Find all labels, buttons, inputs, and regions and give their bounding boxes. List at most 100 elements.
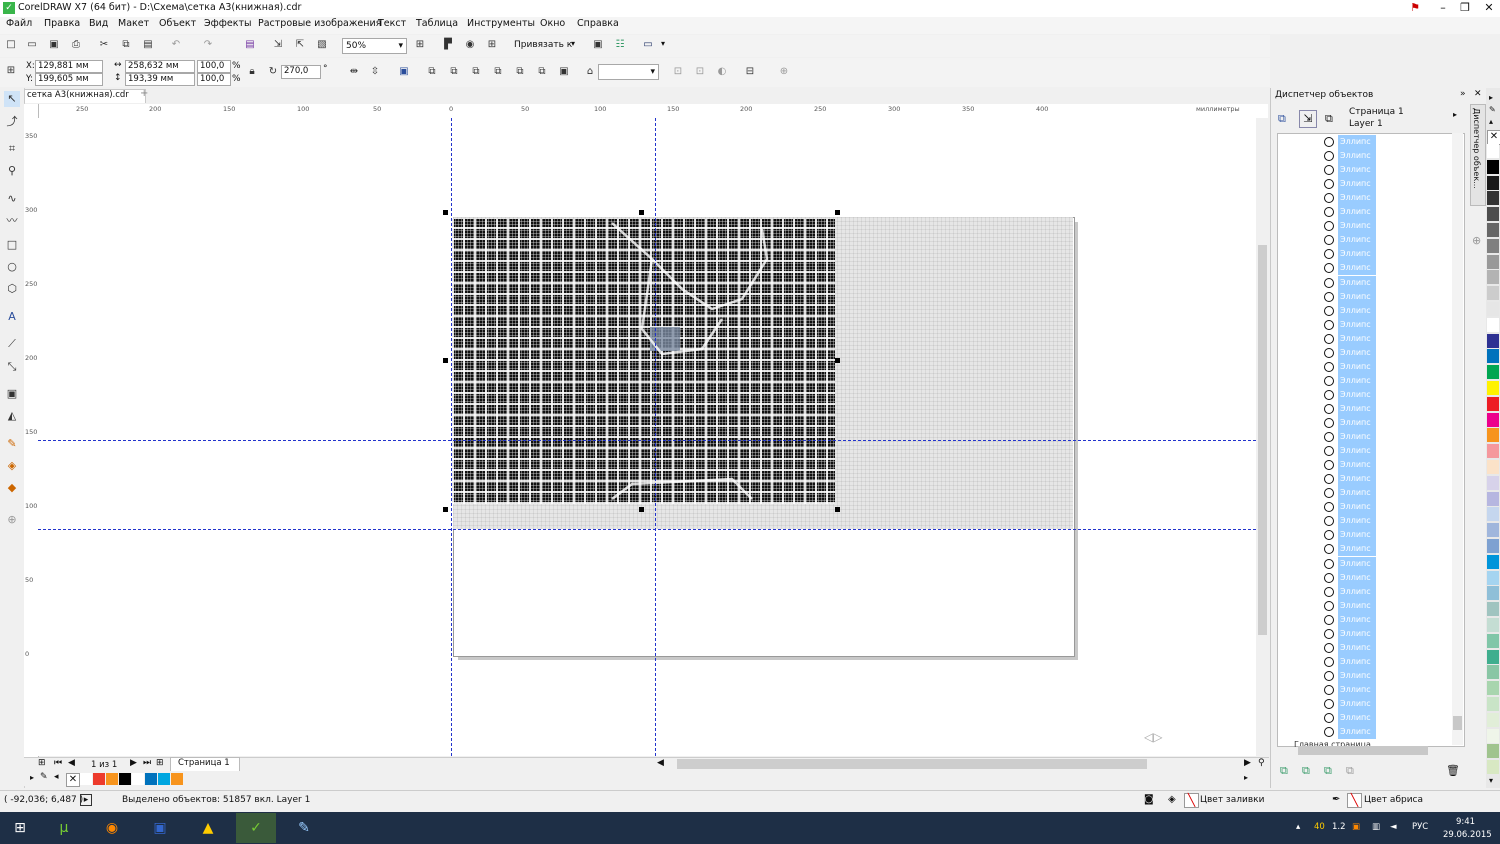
color-swatch[interactable] <box>1487 649 1499 664</box>
menu-bitmaps[interactable]: Растровые изображения <box>258 18 381 29</box>
object-list-item[interactable]: Эллипс <box>1324 401 1464 416</box>
horizontal-scroll-thumb[interactable] <box>677 759 1147 769</box>
new-master-layer-even-icon[interactable]: ⧉ <box>1346 764 1354 778</box>
color-swatch[interactable] <box>1487 491 1499 506</box>
outline-width-icon[interactable]: ⌂ <box>582 64 598 80</box>
palette-down-icon[interactable]: ▾ <box>1489 776 1493 785</box>
object-list-item[interactable]: Эллипс <box>1324 598 1464 613</box>
color-swatch[interactable] <box>1487 207 1499 222</box>
object-list-item[interactable]: Эллипс <box>1324 711 1464 726</box>
color-swatch[interactable] <box>1487 396 1499 411</box>
vertical-scroll-thumb[interactable] <box>1258 245 1267 635</box>
object-origin-icon[interactable]: ⊞ <box>3 63 19 79</box>
color-swatch[interactable] <box>1487 302 1499 316</box>
color-swatch[interactable] <box>1487 744 1499 759</box>
bitmap-icon[interactable]: ◐ <box>714 64 730 80</box>
crop-tool-icon[interactable]: ⌗ <box>4 141 20 157</box>
color-swatch[interactable] <box>132 773 144 785</box>
outline-width-select[interactable]: ▾ <box>598 64 659 80</box>
print-icon[interactable]: ⎙ <box>68 37 84 53</box>
front-minus-back-icon[interactable]: ⧉ <box>512 64 528 80</box>
open-icon[interactable]: ▭ <box>24 37 40 53</box>
color-swatch[interactable] <box>1487 349 1499 364</box>
interactive-fill-icon[interactable]: ◈ <box>4 458 20 474</box>
object-list-scroll-thumb[interactable] <box>1453 716 1462 730</box>
selection-handle[interactable] <box>443 210 448 215</box>
undo-icon[interactable]: ↶ <box>168 37 184 53</box>
color-swatch[interactable] <box>1487 159 1499 174</box>
color-swatch[interactable] <box>1487 728 1499 743</box>
eyedropper-icon[interactable]: ✎ <box>4 436 20 452</box>
group-icon[interactable]: ▣ <box>396 64 412 80</box>
ellipse-grid-selection[interactable] <box>452 219 835 504</box>
object-list-scrollbar[interactable] <box>1452 133 1463 745</box>
tray-expand-icon[interactable]: ▴ <box>1296 822 1300 832</box>
zoom-select[interactable]: 50% ▾ <box>342 38 407 54</box>
menu-window[interactable]: Окно <box>540 18 565 29</box>
no-color-swatch[interactable]: ✕ <box>66 773 80 787</box>
object-list-item[interactable]: Эллипс <box>1324 725 1464 740</box>
publish-pdf-icon[interactable]: ▧ <box>314 37 330 53</box>
selection-handle[interactable] <box>443 358 448 363</box>
color-proof-icon[interactable]: ◙ <box>1144 794 1154 805</box>
no-outline-swatch[interactable]: ╲ <box>1347 793 1362 808</box>
object-list-item[interactable]: Эллипс <box>1324 331 1464 346</box>
maximize-button[interactable]: ❐ <box>1452 0 1478 17</box>
artistic-media-icon[interactable]: 〰 <box>4 213 20 229</box>
object-list-item[interactable]: Эллипс <box>1324 373 1464 388</box>
rectangle-tool-icon[interactable]: □ <box>4 237 20 253</box>
object-list-item[interactable]: Эллипс <box>1324 612 1464 627</box>
first-page-icon[interactable]: ⏮ <box>54 758 62 768</box>
no-fill-swatch[interactable]: ╲ <box>1184 793 1199 808</box>
next-page-icon[interactable]: ▶ <box>130 758 137 768</box>
object-list-item[interactable]: Эллипс <box>1324 205 1464 220</box>
color-swatch[interactable] <box>93 773 105 785</box>
width-field[interactable]: 258,632 мм <box>125 60 195 73</box>
color-swatch[interactable] <box>1487 333 1499 348</box>
trim-icon[interactable]: ⧉ <box>446 64 462 80</box>
options-icon[interactable]: ▣ <box>590 37 606 53</box>
docker-close-icon[interactable]: ✕ <box>1474 89 1482 99</box>
network-icon[interactable]: ▥ <box>1372 822 1380 832</box>
selection-handle[interactable] <box>835 358 840 363</box>
color-swatch[interactable] <box>1487 697 1499 711</box>
object-list-item[interactable]: Эллипс <box>1324 149 1464 164</box>
align-icon[interactable]: ⊟ <box>742 64 758 80</box>
object-list-item[interactable]: Эллипс <box>1324 219 1464 234</box>
object-list-item[interactable]: Эллипс <box>1324 191 1464 206</box>
color-swatch[interactable] <box>1487 223 1499 237</box>
last-page-icon[interactable]: ⏭ <box>143 758 151 768</box>
docker-expand-icon[interactable]: » <box>1460 89 1466 99</box>
color-swatch[interactable] <box>1487 618 1499 632</box>
docker-menu-icon[interactable]: ▸ <box>1453 110 1457 119</box>
weld-icon[interactable]: ⧉ <box>424 64 440 80</box>
welcome-screen-icon[interactable]: ▭ <box>640 37 656 53</box>
guidelines-icon[interactable]: ⊞ <box>484 37 500 53</box>
color-swatch[interactable] <box>1487 286 1499 301</box>
cut-icon[interactable]: ✂ <box>96 37 112 53</box>
color-swatch[interactable] <box>145 773 157 785</box>
object-list-item[interactable]: Эллипс <box>1324 654 1464 669</box>
color-swatch[interactable] <box>1487 554 1499 569</box>
snap-to-button[interactable]: Привязать к <box>514 40 572 50</box>
color-swatch[interactable] <box>1487 238 1499 253</box>
smart-fill-icon[interactable]: ◆ <box>4 480 20 496</box>
color-swatch[interactable] <box>1487 254 1499 269</box>
object-list-item[interactable]: Эллипс <box>1324 247 1464 262</box>
menu-edit[interactable]: Правка <box>44 18 80 29</box>
menu-text[interactable]: Текст <box>378 18 406 29</box>
polygon-tool-icon[interactable]: ⬡ <box>4 281 20 297</box>
rotation-field[interactable]: 270,0 <box>281 65 321 79</box>
pick-tool-icon[interactable]: ↖ <box>4 91 20 107</box>
object-list-item[interactable]: Эллипс <box>1324 668 1464 683</box>
delete-icon[interactable]: 🗑︎ <box>1446 764 1460 777</box>
color-swatch[interactable] <box>1487 712 1499 727</box>
menu-file[interactable]: Файл <box>6 18 32 29</box>
selection-handle[interactable] <box>443 507 448 512</box>
boundary-icon[interactable]: ▣ <box>556 64 572 80</box>
rulers-icon[interactable]: ▛ <box>440 37 456 53</box>
object-list-item[interactable]: Эллипс <box>1324 444 1464 459</box>
color-swatch[interactable] <box>158 773 170 785</box>
paste-icon[interactable]: ▤ <box>140 37 156 53</box>
object-list-item[interactable]: Эллипс <box>1324 472 1464 487</box>
